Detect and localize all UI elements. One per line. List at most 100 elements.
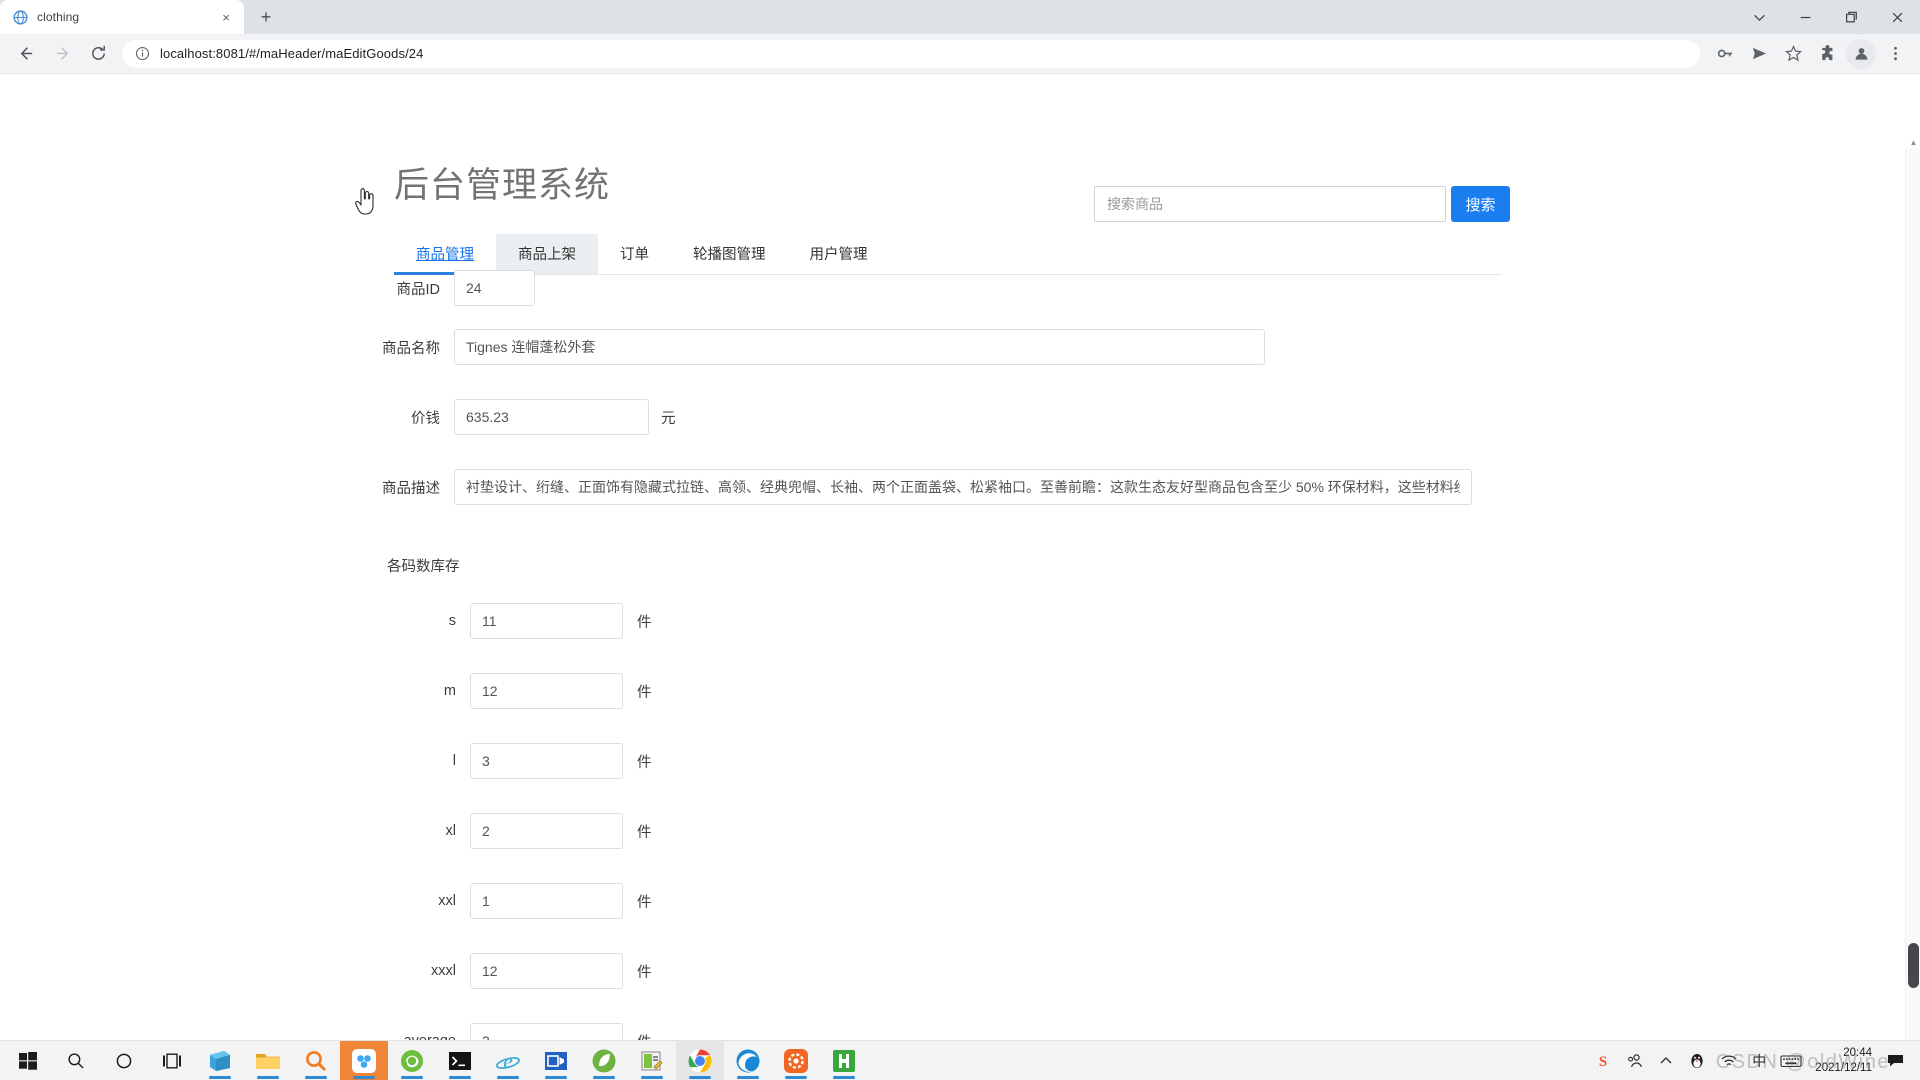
stock-row-xxl: xxl 件 bbox=[0, 866, 1905, 936]
taskbar-clock[interactable]: 20:44 2021/12/11 bbox=[1809, 1041, 1880, 1080]
scrollbar-thumb[interactable] bbox=[1908, 943, 1919, 988]
stock-unit-xxxl: 件 bbox=[637, 961, 652, 982]
globe-icon bbox=[12, 9, 28, 25]
address-bar[interactable]: localhost:8081/#/maHeader/maEditGoods/24 bbox=[122, 40, 1700, 68]
svg-text:S: S bbox=[1599, 1054, 1607, 1070]
admin-page: 后台管理系统 搜索 商品管理 商品上架 订单 轮播图管理 用户管理 bbox=[0, 74, 1905, 1080]
forward-icon[interactable] bbox=[47, 39, 77, 69]
store-icon[interactable] bbox=[196, 1041, 244, 1080]
qq-icon[interactable] bbox=[1681, 1041, 1713, 1080]
page-viewport: 后台管理系统 搜索 商品管理 商品上架 订单 轮播图管理 用户管理 bbox=[0, 74, 1920, 1080]
video-player-icon[interactable] bbox=[532, 1041, 580, 1080]
star-icon[interactable] bbox=[1778, 39, 1808, 69]
stock-row-xxxl: xxxl 件 bbox=[0, 936, 1905, 1006]
label-price: 价钱 bbox=[0, 407, 454, 428]
page-scrollbar[interactable]: ▲ bbox=[1905, 148, 1920, 1080]
browser-tab-strip: clothing × + bbox=[0, 0, 1920, 34]
chevron-up-icon[interactable] bbox=[1651, 1041, 1681, 1080]
stock-label-m: m bbox=[0, 683, 470, 699]
stock-unit-m: 件 bbox=[637, 681, 652, 702]
stock-row-m: m 件 bbox=[0, 656, 1905, 726]
stock-unit-xxl: 件 bbox=[637, 891, 652, 912]
wifi-icon[interactable] bbox=[1713, 1041, 1745, 1080]
clock-time: 20:44 bbox=[1843, 1046, 1872, 1061]
editplus-icon[interactable] bbox=[628, 1041, 676, 1080]
edit-goods-form: 商品ID 商品名称 价钱 元 商品描述 bbox=[0, 264, 1905, 522]
people-icon[interactable] bbox=[1619, 1041, 1651, 1080]
stock-label-xxxl: xxxl bbox=[0, 963, 470, 979]
stock-unit-l: 件 bbox=[637, 751, 652, 772]
everything-search-icon[interactable] bbox=[292, 1041, 340, 1080]
hbuilder-icon[interactable] bbox=[820, 1041, 868, 1080]
stock-label-s: s bbox=[0, 613, 470, 629]
window-close-icon[interactable] bbox=[1874, 0, 1920, 34]
stock-input-xxxl[interactable] bbox=[470, 953, 623, 989]
browser-window: clothing × + bbox=[0, 0, 1920, 1080]
stock-label-l: l bbox=[0, 753, 470, 769]
stock-input-xl[interactable] bbox=[470, 813, 623, 849]
back-icon[interactable] bbox=[11, 39, 41, 69]
search-button[interactable]: 搜索 bbox=[1451, 186, 1510, 222]
stock-input-l[interactable] bbox=[470, 743, 623, 779]
profile-avatar-icon[interactable] bbox=[1846, 39, 1876, 69]
stock-row-l: l 件 bbox=[0, 726, 1905, 796]
search-input[interactable] bbox=[1094, 186, 1446, 222]
browser-toolbar: localhost:8081/#/maHeader/maEditGoods/24 bbox=[0, 34, 1920, 74]
price-input[interactable] bbox=[454, 399, 649, 435]
reload-icon[interactable] bbox=[83, 39, 113, 69]
spring-tool-suite-icon[interactable] bbox=[580, 1041, 628, 1080]
stock-input-xxl[interactable] bbox=[470, 883, 623, 919]
chrome-icon[interactable] bbox=[676, 1041, 724, 1080]
windows-taskbar: e bbox=[0, 1040, 1920, 1080]
stock-input-m[interactable] bbox=[470, 673, 623, 709]
window-controls bbox=[1736, 0, 1920, 34]
stock-unit-xl: 件 bbox=[637, 821, 652, 842]
mouse-cursor-pointer bbox=[354, 188, 376, 216]
form-row-price: 价钱 元 bbox=[0, 382, 1905, 452]
search-icon[interactable] bbox=[52, 1041, 100, 1080]
windows-logo-icon[interactable] bbox=[4, 1041, 52, 1080]
ime-chinese-icon[interactable]: 中 bbox=[1745, 1041, 1773, 1080]
product-id-input[interactable] bbox=[454, 270, 535, 306]
stock-label-xxl: xxl bbox=[0, 893, 470, 909]
label-description: 商品描述 bbox=[0, 477, 454, 498]
product-name-input[interactable] bbox=[454, 329, 1265, 365]
stock-unit-s: 件 bbox=[637, 611, 652, 632]
svg-text:e: e bbox=[503, 1049, 512, 1073]
chevron-down-icon[interactable] bbox=[1736, 0, 1782, 34]
minimize-icon[interactable] bbox=[1782, 0, 1828, 34]
cortana-circle-icon[interactable] bbox=[100, 1041, 148, 1080]
page-title: 后台管理系统 bbox=[394, 168, 610, 203]
maximize-icon[interactable] bbox=[1828, 0, 1874, 34]
label-product-name: 商品名称 bbox=[0, 337, 454, 358]
browser-tab[interactable]: clothing × bbox=[0, 0, 244, 34]
extensions-icon[interactable] bbox=[1812, 39, 1842, 69]
send-icon[interactable] bbox=[1744, 39, 1774, 69]
price-unit-label: 元 bbox=[661, 407, 676, 428]
file-explorer-icon[interactable] bbox=[244, 1041, 292, 1080]
scroll-up-arrow-icon[interactable]: ▲ bbox=[1906, 136, 1920, 148]
form-row-product-name: 商品名称 bbox=[0, 312, 1905, 382]
new-tab-button[interactable]: + bbox=[252, 3, 280, 31]
edge-icon[interactable] bbox=[724, 1041, 772, 1080]
description-input[interactable] bbox=[454, 469, 1472, 505]
info-circle-icon[interactable] bbox=[134, 46, 150, 62]
stock-list: s 件 m 件 l 件 xl 件 bbox=[0, 586, 1905, 1076]
keyboard-icon[interactable] bbox=[1773, 1041, 1809, 1080]
stock-input-s[interactable] bbox=[470, 603, 623, 639]
close-icon[interactable]: × bbox=[218, 9, 234, 25]
taskbar-apps: e bbox=[0, 1041, 868, 1080]
internet-explorer-icon[interactable]: e bbox=[484, 1041, 532, 1080]
more-menu-icon[interactable] bbox=[1880, 39, 1910, 69]
form-row-product-id: 商品ID bbox=[0, 264, 1905, 312]
stock-label-xl: xl bbox=[0, 823, 470, 839]
key-icon[interactable] bbox=[1710, 39, 1740, 69]
gear-app-icon[interactable] bbox=[772, 1041, 820, 1080]
sogou-input-icon[interactable]: S bbox=[1587, 1041, 1619, 1080]
baidu-netdisk-icon[interactable] bbox=[340, 1041, 388, 1080]
terminal-icon[interactable] bbox=[436, 1041, 484, 1080]
360-browser-icon[interactable] bbox=[388, 1041, 436, 1080]
system-tray: S bbox=[1587, 1041, 1920, 1080]
task-view-icon[interactable] bbox=[148, 1041, 196, 1080]
action-center-icon[interactable] bbox=[1880, 1041, 1912, 1080]
